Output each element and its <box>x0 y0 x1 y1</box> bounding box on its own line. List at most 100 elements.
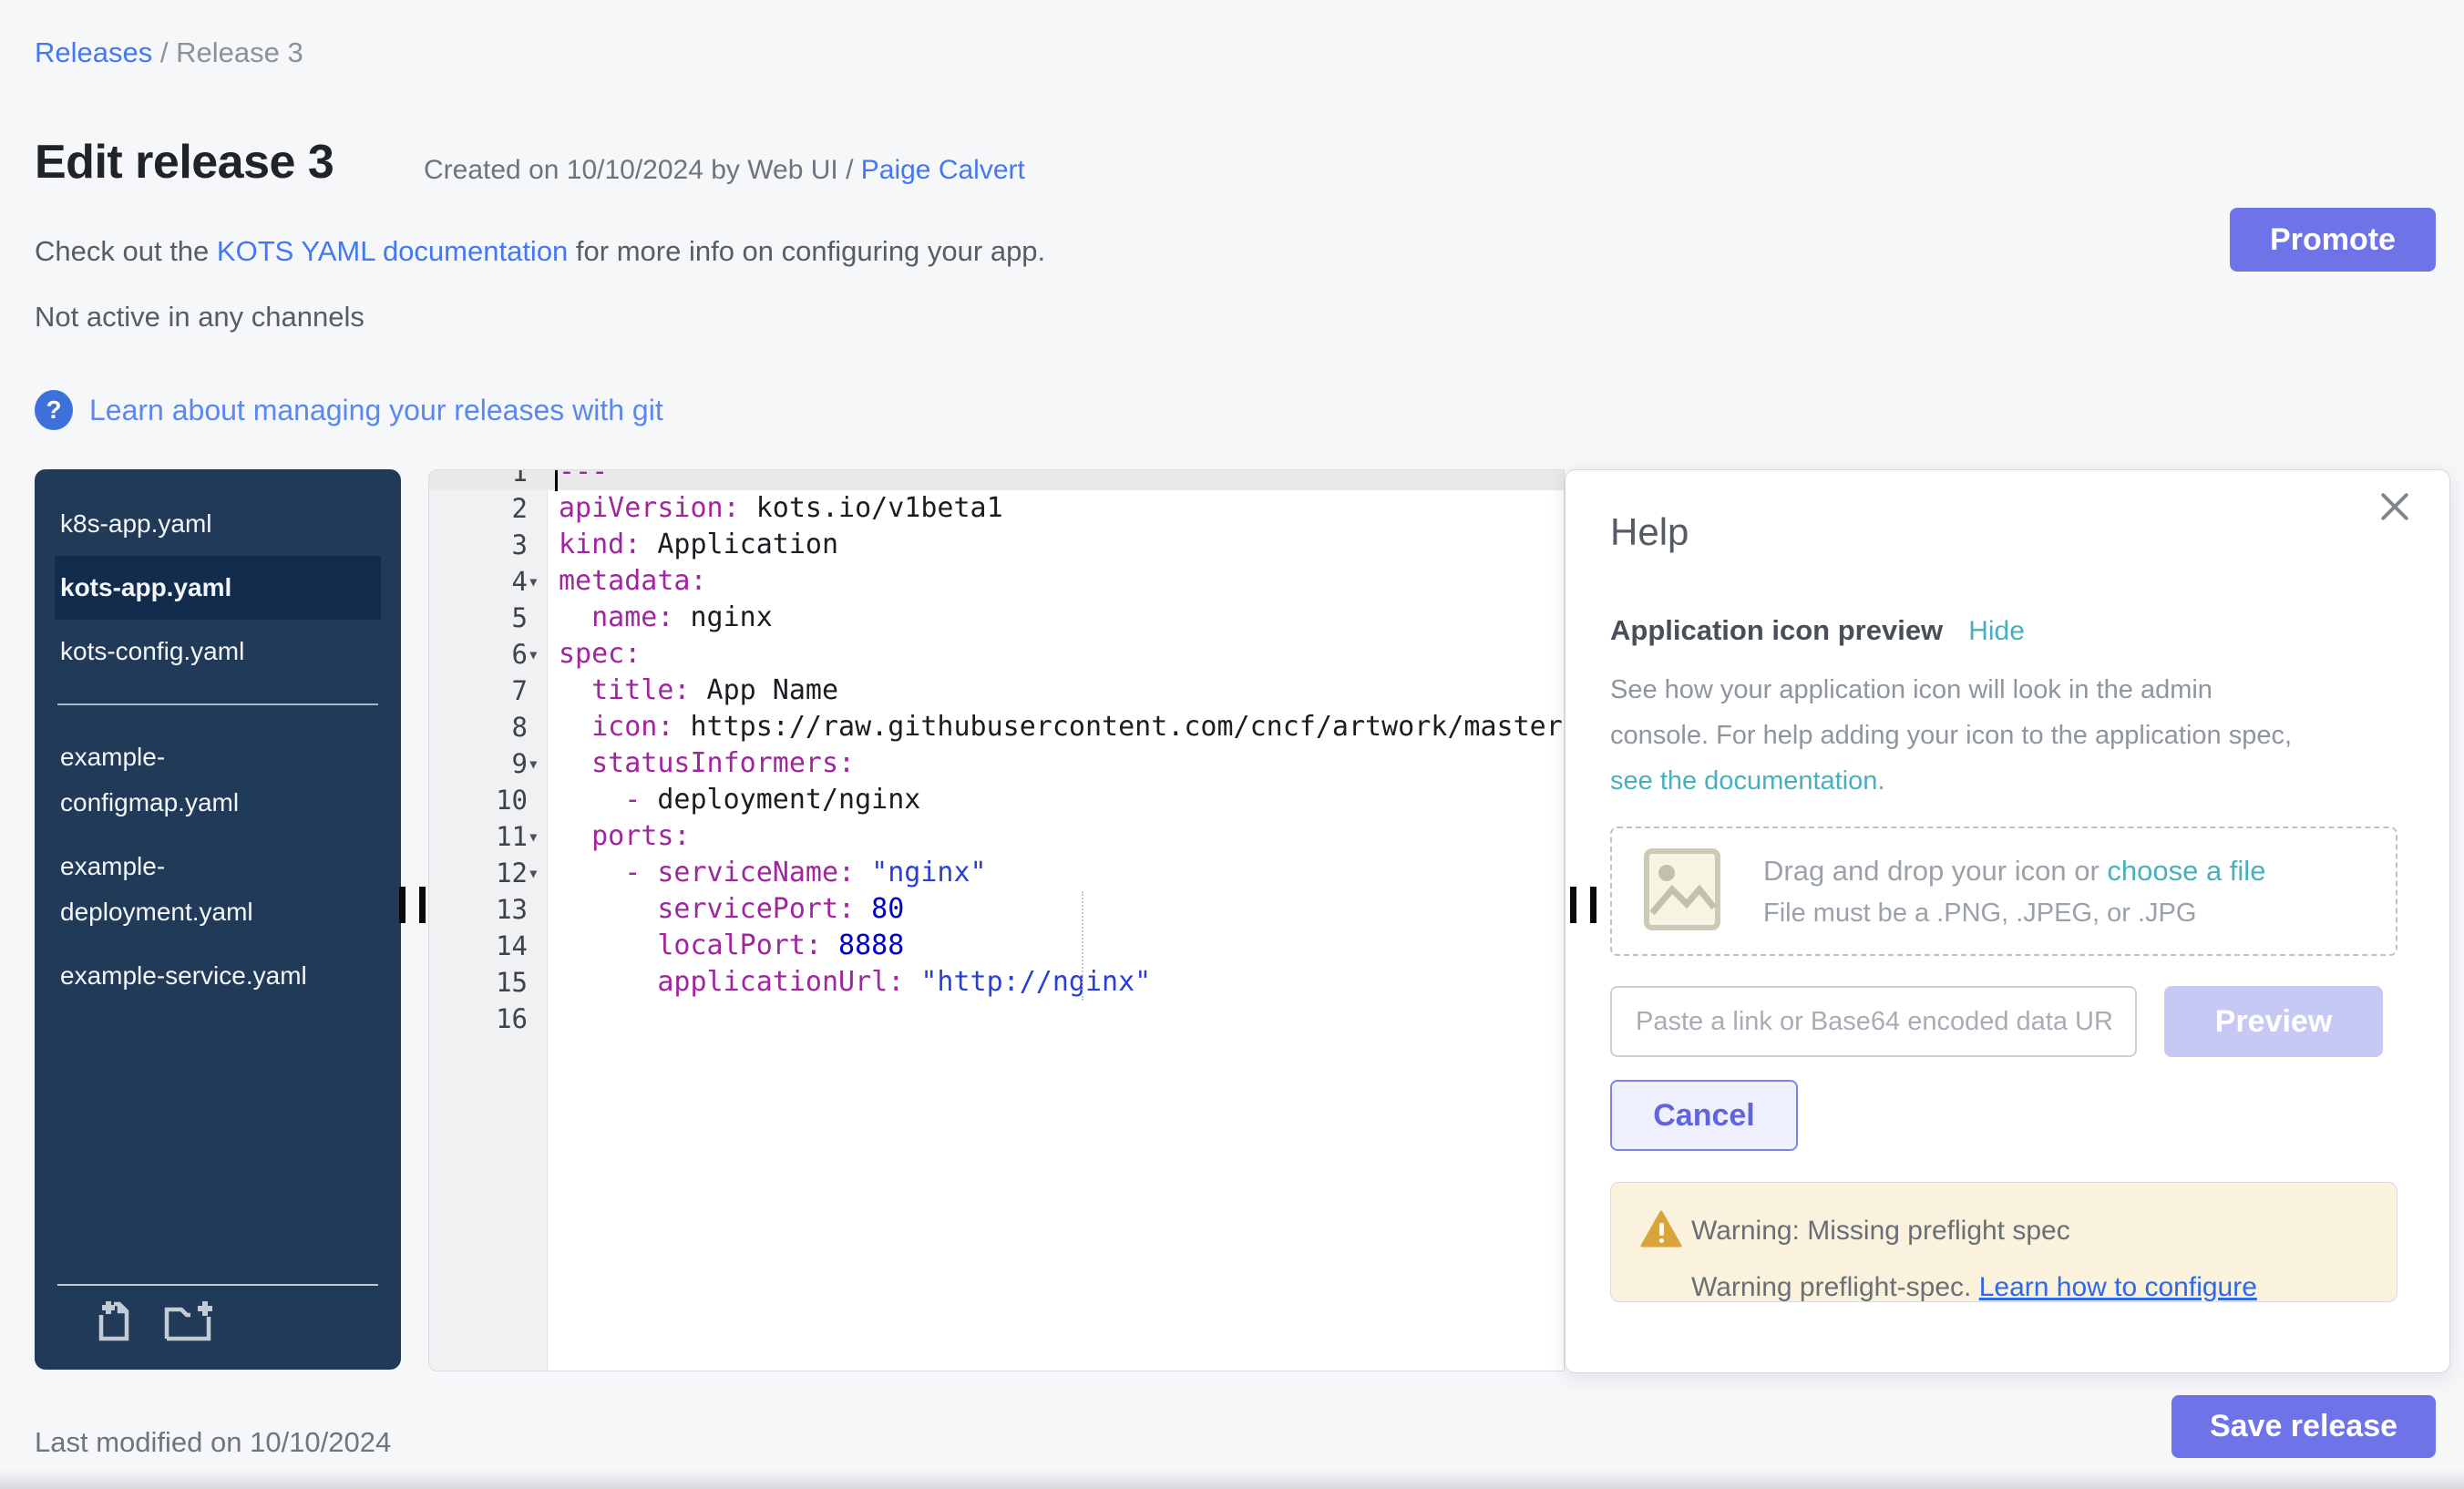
code-line-6[interactable]: 6▾spec: <box>429 636 1564 673</box>
code-line-5[interactable]: 5 name: nginx <box>429 600 1564 636</box>
pane-resize-handle-left[interactable] <box>399 887 426 923</box>
choose-file-link[interactable]: choose a file <box>2107 855 2265 887</box>
line-number: 10 <box>429 782 548 818</box>
code-line-9[interactable]: 9▾ statusInformers: <box>429 745 1564 782</box>
code-text: name: nginx <box>548 600 773 636</box>
fold-toggle-icon[interactable]: ▾ <box>528 563 539 600</box>
file-name: k8s-app.yaml <box>60 501 212 547</box>
dropzone-file-types: File must be a .PNG, .JPEG, or .JPG <box>1763 899 2265 929</box>
kots-yaml-docs-link[interactable]: KOTS YAML documentation <box>217 235 568 267</box>
fold-toggle-icon[interactable]: ▾ <box>528 745 539 782</box>
code-text: metadata: <box>548 563 707 600</box>
sidebar-actions <box>57 1286 378 1347</box>
fold-toggle-icon[interactable]: ▾ <box>528 818 539 855</box>
icon-preview-title: Application icon preview <box>1610 614 1943 647</box>
indent-guide <box>1082 891 1083 1001</box>
code-text: ports: <box>548 818 691 855</box>
fold-toggle-icon[interactable]: ▾ <box>528 636 539 673</box>
line-number: 3 <box>429 527 548 563</box>
created-text: Created on 10/10/2024 by Web UI / <box>424 155 861 185</box>
file-tree-item-kots-app.yaml[interactable]: kots-app.yaml <box>55 556 381 620</box>
code-line-7[interactable]: 7 title: App Name <box>429 673 1564 709</box>
line-number: 13 <box>429 891 548 928</box>
breadcrumb: Releases / Release 3 <box>35 36 303 69</box>
code-line-4[interactable]: 4▾metadata: <box>429 563 1564 600</box>
editor-lines: 1---2apiVersion: kots.io/v1beta13kind: A… <box>429 469 1564 1037</box>
created-by-link[interactable]: Paige Calvert <box>861 155 1025 185</box>
promote-button[interactable]: Promote <box>2230 208 2436 272</box>
description-suffix: . <box>1877 766 1884 796</box>
line-number: 7 <box>429 673 548 709</box>
code-line-12[interactable]: 12▾ - serviceName: "nginx" <box>429 855 1564 891</box>
code-line-1[interactable]: 1--- <box>429 469 1564 490</box>
icon-url-row: Preview <box>1610 986 2137 1057</box>
file-name: example-configmap.yaml <box>60 734 329 826</box>
yaml-editor[interactable]: 1---2apiVersion: kots.io/v1beta13kind: A… <box>428 469 1565 1371</box>
dropzone-texts: Drag and drop your icon or choose a file… <box>1763 855 2265 929</box>
last-modified-text: Last modified on 10/10/2024 <box>35 1426 391 1459</box>
code-line-16[interactable]: 16 <box>429 1001 1564 1037</box>
created-line: Created on 10/10/2024 by Web UI / Paige … <box>424 155 1025 186</box>
line-number: 14 <box>429 928 548 964</box>
line-number: 6▾ <box>429 636 548 673</box>
code-text <box>548 1001 559 1037</box>
file-tree-sidebar: k8s-app.yaml kots-app.yamlkots-config.yam… <box>35 469 401 1370</box>
file-list: k8s-app.yaml kots-app.yamlkots-config.yam… <box>35 492 401 1008</box>
bottom-edge <box>0 1469 2464 1489</box>
git-help-link[interactable]: Learn about managing your releases with … <box>89 394 663 427</box>
file-name: example-deployment.yaml <box>60 844 329 935</box>
code-line-10[interactable]: 10 - deployment/nginx <box>429 782 1564 818</box>
warning-detail: Warning preflight-spec. Learn how to con… <box>1691 1272 2257 1302</box>
see-documentation-link[interactable]: see the documentation <box>1610 766 1877 796</box>
code-text: icon: https://raw.githubusercontent.com/… <box>548 709 1565 745</box>
learn-how-to-configure-link[interactable]: Learn how to configure <box>1979 1272 2257 1302</box>
line-number: 15 <box>429 964 548 1001</box>
code-line-13[interactable]: 13 servicePort: 80 <box>429 891 1564 928</box>
close-icon[interactable] <box>2375 487 2415 527</box>
new-file-button[interactable] <box>92 1299 138 1347</box>
file-tree-item-kots-config.yaml[interactable]: kots-config.yaml <box>35 620 401 683</box>
warning-triangle-icon <box>1640 1210 1682 1253</box>
intro-suffix: for more info on configuring your app. <box>568 235 1045 267</box>
file-tree-item-k8s-app.yaml[interactable]: k8s-app.yaml <box>35 492 401 556</box>
breadcrumb-link-releases[interactable]: Releases <box>35 36 152 68</box>
help-panel: Help Application icon preview Hide See h… <box>1565 469 2450 1373</box>
icon-url-input[interactable] <box>1610 986 2137 1057</box>
breadcrumb-separator: / <box>152 36 176 68</box>
intro-line: Check out the KOTS YAML documentation fo… <box>35 235 1045 268</box>
code-text: kind: Application <box>548 527 838 563</box>
preflight-warning-box: Warning: Missing preflight spec Warning … <box>1610 1182 2397 1302</box>
sidebar-bottom-bar <box>57 1284 378 1347</box>
line-number: 16 <box>429 1001 548 1037</box>
line-number: 11▾ <box>429 818 548 855</box>
new-folder-button[interactable] <box>161 1299 214 1347</box>
file-tree-item-example-deployment.yaml[interactable]: example-deployment.yaml <box>35 835 401 944</box>
fold-toggle-icon[interactable]: ▾ <box>528 855 539 891</box>
file-tree-item-example-service.yaml[interactable]: example-service.yaml <box>35 944 401 1008</box>
code-line-8[interactable]: 8 icon: https://raw.githubusercontent.co… <box>429 709 1564 745</box>
help-panel-title: Help <box>1610 510 1689 554</box>
warning-title: Warning: Missing preflight spec <box>1691 1216 2070 1247</box>
icon-dropzone[interactable]: Drag and drop your icon or choose a file… <box>1610 827 2397 956</box>
circle-question-icon: ? <box>35 390 73 430</box>
dropzone-line1-text: Drag and drop your icon or <box>1763 855 2107 887</box>
code-text: applicationUrl: "http://nginx" <box>548 964 1151 1001</box>
hide-link[interactable]: Hide <box>1968 616 2025 647</box>
code-line-2[interactable]: 2apiVersion: kots.io/v1beta1 <box>429 490 1564 527</box>
line-number: 12▾ <box>429 855 548 891</box>
code-line-14[interactable]: 14 localPort: 8888 <box>429 928 1564 964</box>
file-tree-item-example-configmap.yaml[interactable]: example-configmap.yaml <box>35 725 401 835</box>
page-title: Edit release 3 <box>35 135 334 190</box>
image-placeholder-icon <box>1643 847 1721 936</box>
code-text: - deployment/nginx <box>548 782 920 818</box>
edit-release-page: Releases / Release 3 Edit release 3 Crea… <box>0 0 2464 1489</box>
cancel-button[interactable]: Cancel <box>1610 1080 1798 1151</box>
code-line-3[interactable]: 3kind: Application <box>429 527 1564 563</box>
description-line-3: see the documentation. <box>1610 758 2292 804</box>
code-line-15[interactable]: 15 applicationUrl: "http://nginx" <box>429 964 1564 1001</box>
pane-resize-handle-right[interactable] <box>1570 887 1597 923</box>
code-line-11[interactable]: 11▾ ports: <box>429 818 1564 855</box>
code-text: localPort: 8888 <box>548 928 904 964</box>
save-release-button[interactable]: Save release <box>2171 1395 2436 1458</box>
preview-button[interactable]: Preview <box>2164 986 2383 1057</box>
